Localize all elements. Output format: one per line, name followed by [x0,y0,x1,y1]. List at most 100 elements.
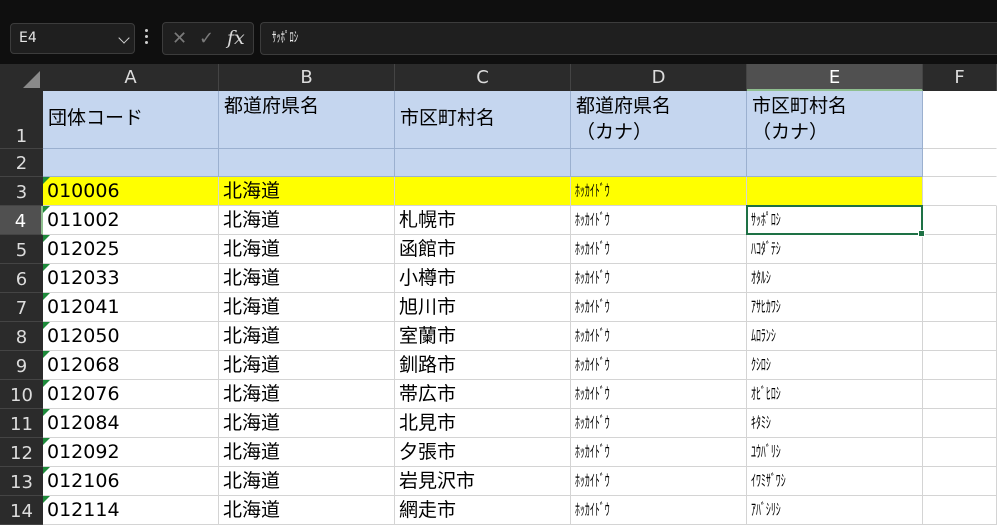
cell-f4[interactable] [923,206,997,235]
cell-d5[interactable]: ﾎｯｶｲﾄﾞｳ [571,235,747,264]
name-box[interactable]: E4 [10,23,135,54]
cell-d2[interactable] [571,149,747,177]
row-header-1[interactable]: 1 [0,91,43,149]
error-indicator-icon[interactable] [43,467,50,474]
cell-e12[interactable]: ﾕｳﾊﾞﾘｼ [747,438,923,467]
cell-e8[interactable]: ﾑﾛﾗﾝｼ [747,322,923,351]
error-indicator-icon[interactable] [43,264,50,271]
cell-b14[interactable]: 北海道 [219,496,395,525]
cell-a4[interactable]: 011002 [43,206,219,235]
cell-a3[interactable]: 010006 [43,177,219,206]
error-indicator-icon[interactable] [43,409,50,416]
formula-input[interactable]: ｻｯﾎﾟﾛｼ [260,22,997,55]
cell-e3[interactable] [747,177,923,206]
cell-a10[interactable]: 012076 [43,380,219,409]
column-header-d[interactable]: D [571,64,747,91]
row-header-7[interactable]: 7 [0,293,43,322]
cell-a9[interactable]: 012068 [43,351,219,380]
cell-c1[interactable]: 市区町村名 [395,91,571,149]
cell-d12[interactable]: ﾎｯｶｲﾄﾞｳ [571,438,747,467]
cell-e2[interactable] [747,149,923,177]
cell-a6[interactable]: 012033 [43,264,219,293]
cell-a2[interactable] [43,149,219,177]
cell-f13[interactable] [923,467,997,496]
cell-a13[interactable]: 012106 [43,467,219,496]
cell-a1[interactable]: 団体コード [43,91,219,149]
cell-c6[interactable]: 小樽市 [395,264,571,293]
cell-b3[interactable]: 北海道 [219,177,395,206]
cell-b11[interactable]: 北海道 [219,409,395,438]
row-header-4[interactable]: 4 [0,206,43,235]
error-indicator-icon[interactable] [43,235,50,242]
cell-e5[interactable]: ﾊｺﾀﾞﾃｼ [747,235,923,264]
cell-a11[interactable]: 012084 [43,409,219,438]
chevron-down-icon[interactable] [118,32,130,44]
cell-f2[interactable] [923,149,997,177]
cell-c9[interactable]: 釧路市 [395,351,571,380]
insert-function-icon[interactable]: fx [227,27,245,49]
cell-e10[interactable]: ｵﾋﾞﾋﾛｼ [747,380,923,409]
cell-f3[interactable] [923,177,997,206]
cell-b12[interactable]: 北海道 [219,438,395,467]
cell-e7[interactable]: ｱｻﾋｶﾜｼ [747,293,923,322]
cell-c10[interactable]: 帯広市 [395,380,571,409]
cell-f6[interactable] [923,264,997,293]
cell-b7[interactable]: 北海道 [219,293,395,322]
cell-d6[interactable]: ﾎｯｶｲﾄﾞｳ [571,264,747,293]
cell-f11[interactable] [923,409,997,438]
cell-e6[interactable]: ｵﾀﾙｼ [747,264,923,293]
row-header-9[interactable]: 9 [0,351,43,380]
cell-b4[interactable]: 北海道 [219,206,395,235]
cell-c3[interactable] [395,177,571,206]
row-header-11[interactable]: 11 [0,409,43,438]
cell-e1[interactable]: 市区町村名 （カナ） [747,91,923,149]
cell-e11[interactable]: ｷﾀﾐｼ [747,409,923,438]
cell-a14[interactable]: 012114 [43,496,219,525]
cell-d10[interactable]: ﾎｯｶｲﾄﾞｳ [571,380,747,409]
cell-b13[interactable]: 北海道 [219,467,395,496]
cell-e4[interactable]: ｻｯﾎﾟﾛｼ [747,206,923,235]
cell-d9[interactable]: ﾎｯｶｲﾄﾞｳ [571,351,747,380]
error-indicator-icon[interactable] [43,496,50,503]
cell-d13[interactable]: ﾎｯｶｲﾄﾞｳ [571,467,747,496]
row-header-14[interactable]: 14 [0,496,43,525]
cancel-icon[interactable]: ✕ [172,28,187,49]
row-header-8[interactable]: 8 [0,322,43,351]
cell-b2[interactable] [219,149,395,177]
cell-f5[interactable] [923,235,997,264]
cell-c11[interactable]: 北見市 [395,409,571,438]
cell-f8[interactable] [923,322,997,351]
row-header-10[interactable]: 10 [0,380,43,409]
cell-d7[interactable]: ﾎｯｶｲﾄﾞｳ [571,293,747,322]
cell-f7[interactable] [923,293,997,322]
cell-b9[interactable]: 北海道 [219,351,395,380]
cell-a5[interactable]: 012025 [43,235,219,264]
error-indicator-icon[interactable] [43,206,50,213]
cell-c5[interactable]: 函館市 [395,235,571,264]
cell-d11[interactable]: ﾎｯｶｲﾄﾞｳ [571,409,747,438]
cell-d8[interactable]: ﾎｯｶｲﾄﾞｳ [571,322,747,351]
cell-c8[interactable]: 室蘭市 [395,322,571,351]
cell-d1[interactable]: 都道府県名 （カナ） [571,91,747,149]
error-indicator-icon[interactable] [43,293,50,300]
error-indicator-icon[interactable] [43,438,50,445]
enter-icon[interactable]: ✓ [199,28,214,49]
error-indicator-icon[interactable] [43,177,50,184]
column-header-a[interactable]: A [43,64,219,91]
cell-c12[interactable]: 夕張市 [395,438,571,467]
cell-b5[interactable]: 北海道 [219,235,395,264]
cell-b10[interactable]: 北海道 [219,380,395,409]
cell-c14[interactable]: 網走市 [395,496,571,525]
column-header-c[interactable]: C [395,64,571,91]
cell-b1[interactable]: 都道府県名 [219,91,395,149]
cell-c4[interactable]: 札幌市 [395,206,571,235]
more-options-icon[interactable] [144,29,150,47]
cell-f14[interactable] [923,496,997,525]
row-header-13[interactable]: 13 [0,467,43,496]
cell-f12[interactable] [923,438,997,467]
cell-f9[interactable] [923,351,997,380]
cell-e9[interactable]: ｸｼﾛｼ [747,351,923,380]
row-header-3[interactable]: 3 [0,177,43,206]
row-header-5[interactable]: 5 [0,235,43,264]
cell-c13[interactable]: 岩見沢市 [395,467,571,496]
